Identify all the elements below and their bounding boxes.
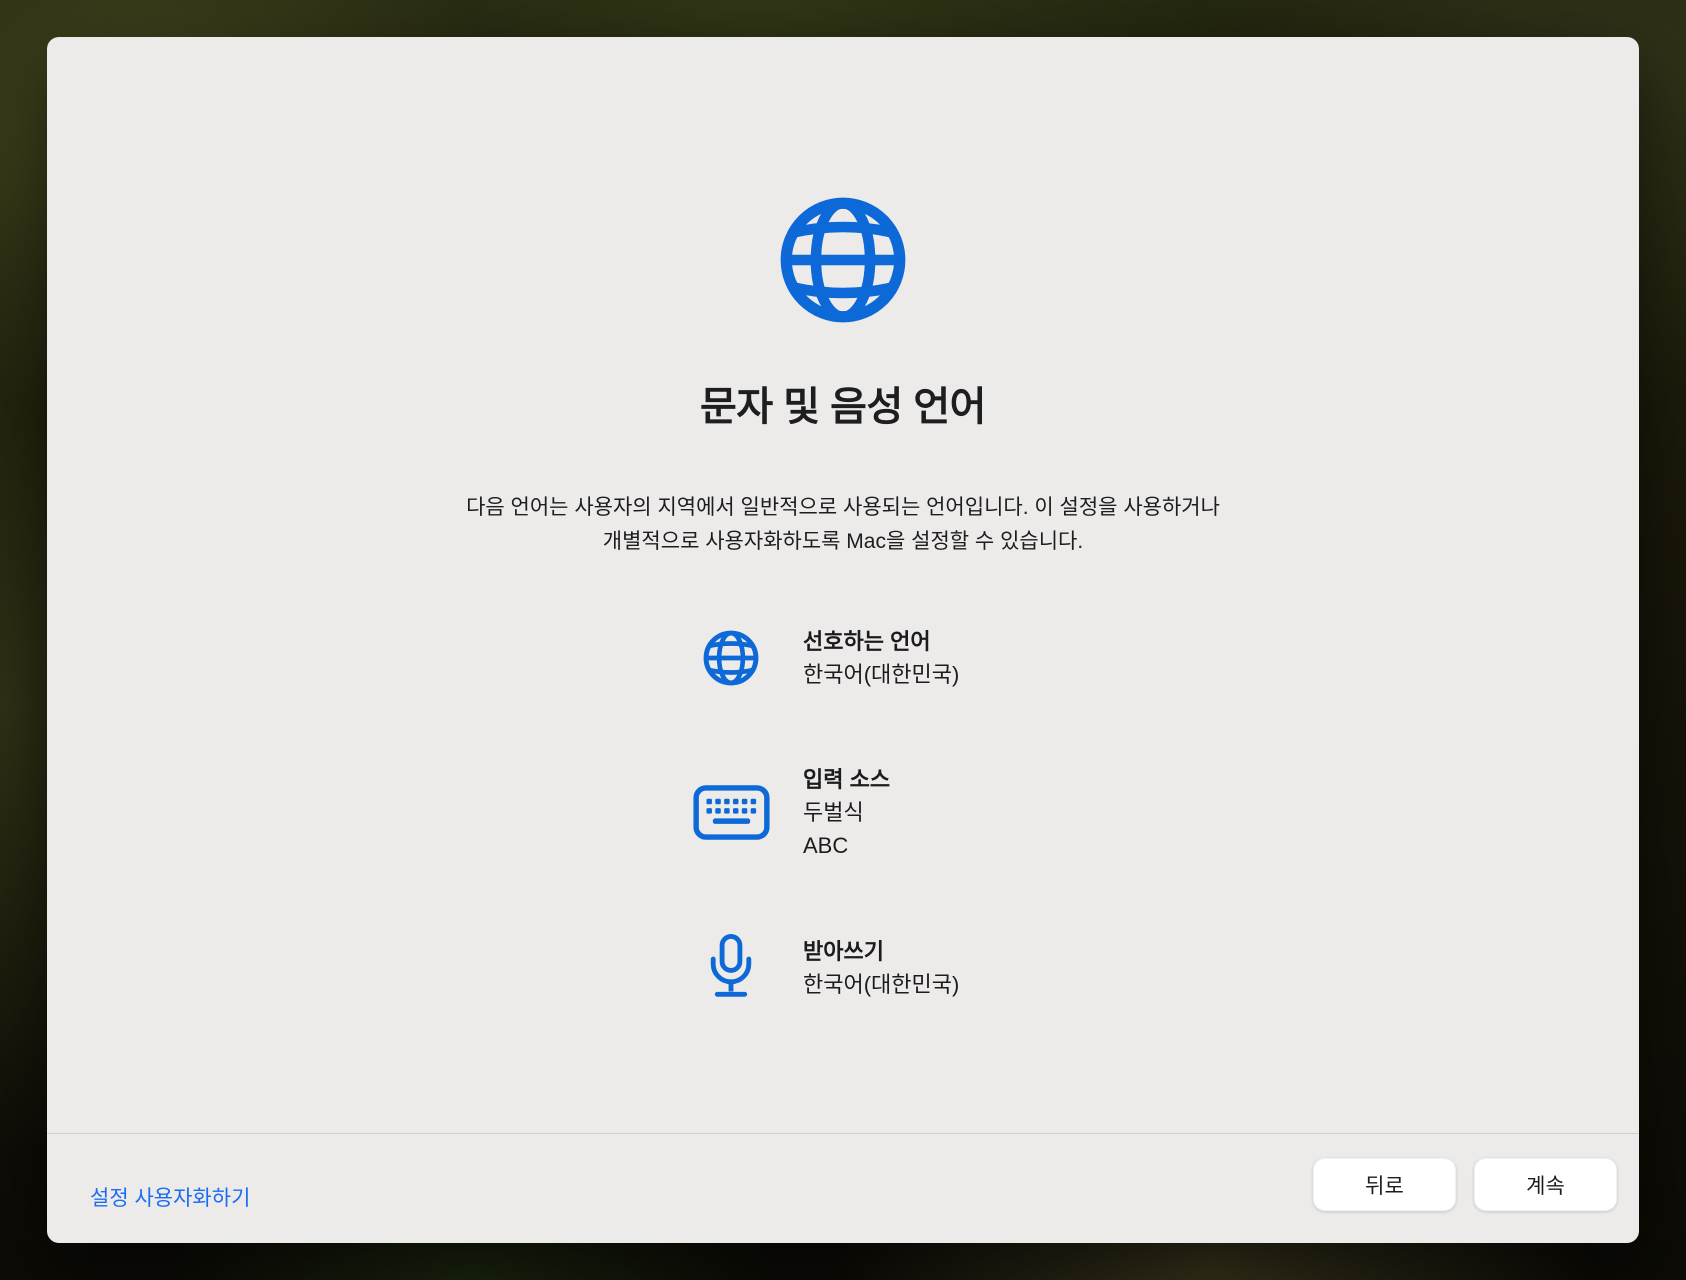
description-line-1: 다음 언어는 사용자의 지역에서 일반적으로 사용되는 언어입니다. 이 설정을… xyxy=(47,491,1639,525)
dictation-row: 받아쓰기 한국어(대한민국) xyxy=(691,934,1391,1002)
dictation-label: 받아쓰기 xyxy=(803,935,959,968)
customize-settings-link[interactable]: 설정 사용자화하기 xyxy=(90,1182,250,1212)
description-line-2: 개별적으로 사용자화하도록 Mac을 설정할 수 있습니다. xyxy=(47,525,1639,559)
preferred-language-row: 선호하는 언어 한국어(대한민국) xyxy=(691,625,1391,691)
language-settings-list: 선호하는 언어 한국어(대한민국) xyxy=(691,625,1391,1074)
back-button[interactable]: 뒤로 xyxy=(1313,1158,1456,1211)
preferred-language-value: 한국어(대한민국) xyxy=(803,658,959,691)
input-sources-row: 입력 소스 두벌식 ABC xyxy=(691,763,1391,862)
input-sources-text: 입력 소스 두벌식 ABC xyxy=(803,763,890,862)
dictation-value: 한국어(대한민국) xyxy=(803,968,959,1001)
footer-button-group: 뒤로 계속 xyxy=(1313,1158,1617,1211)
input-sources-value-2: ABC xyxy=(803,829,890,862)
preferred-language-label: 선호하는 언어 xyxy=(803,625,959,658)
microphone-icon xyxy=(691,934,771,1002)
keyboard-icon xyxy=(691,785,771,840)
globe-hero-icon xyxy=(777,194,909,326)
page-description: 다음 언어는 사용자의 지역에서 일반적으로 사용되는 언어입니다. 이 설정을… xyxy=(47,491,1639,559)
preferred-language-text: 선호하는 언어 한국어(대한민국) xyxy=(803,625,959,691)
input-sources-value-1: 두벌식 xyxy=(803,796,890,829)
page-title: 문자 및 음성 언어 xyxy=(47,374,1639,432)
continue-button[interactable]: 계속 xyxy=(1474,1158,1617,1211)
globe-icon xyxy=(691,629,771,687)
desktop-background: { "window": { "title": "문자 및 음성 언어", "de… xyxy=(0,0,1686,1280)
footer-bar: 설정 사용자화하기 뒤로 계속 xyxy=(47,1133,1639,1243)
dictation-text: 받아쓰기 한국어(대한민국) xyxy=(803,935,959,1001)
input-sources-label: 입력 소스 xyxy=(803,763,890,796)
setup-assistant-window: 문자 및 음성 언어 다음 언어는 사용자의 지역에서 일반적으로 사용되는 언… xyxy=(47,37,1639,1243)
